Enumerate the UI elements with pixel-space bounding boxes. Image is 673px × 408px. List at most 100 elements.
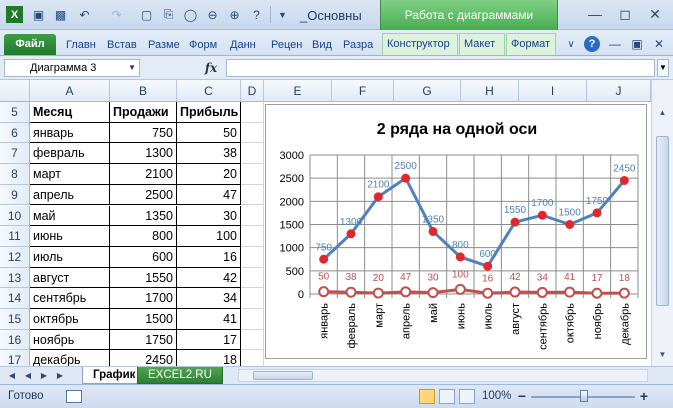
row-header[interactable]: 7	[0, 143, 30, 165]
data-point[interactable]	[536, 286, 548, 298]
tab-home[interactable]: Главн	[66, 35, 102, 55]
vertical-scrollbar[interactable]: ▲ ▼	[651, 80, 673, 366]
formula-expand-icon[interactable]: ▼	[657, 59, 669, 77]
column-header-g[interactable]: G	[394, 80, 461, 102]
table-cell[interactable]	[241, 143, 264, 165]
sheet-tab-excel2[interactable]: EXCEL2.RU	[137, 367, 223, 384]
row-header[interactable]: 5	[0, 102, 30, 123]
first-sheet-icon[interactable]: ◀	[6, 370, 18, 382]
insert-function-button[interactable]: fx	[198, 59, 224, 77]
column-header-j[interactable]: J	[587, 80, 651, 102]
row-header[interactable]: 13	[0, 267, 30, 289]
table-cell[interactable]	[241, 288, 264, 309]
data-point[interactable]	[509, 286, 521, 298]
data-point[interactable]	[372, 287, 384, 299]
tab-design[interactable]: Конструктор	[382, 33, 458, 55]
page-layout-view-icon[interactable]	[439, 389, 455, 404]
page-break-view-icon[interactable]	[459, 389, 475, 404]
name-box[interactable]: Диаграмма 3 ▼	[4, 59, 140, 77]
row-header[interactable]: 15	[0, 309, 30, 330]
formula-input[interactable]	[226, 59, 655, 77]
zoom-level[interactable]: 100%	[482, 390, 511, 402]
header-cell-sales[interactable]: Продажи	[110, 102, 177, 123]
column-header-f[interactable]: F	[332, 80, 394, 102]
row-header[interactable]: 14	[0, 288, 30, 309]
header-cell-month[interactable]: Месяц	[30, 102, 110, 123]
row-header[interactable]: 8	[0, 164, 30, 185]
horizontal-scroll-thumb[interactable]	[253, 371, 313, 380]
macro-record-icon[interactable]	[66, 390, 82, 403]
ribbon-collapse-icon[interactable]: ∨	[562, 35, 580, 53]
help-icon[interactable]: ?	[584, 36, 600, 52]
data-point[interactable]	[454, 283, 466, 295]
chart-title[interactable]: 2 ряда на одной оси	[377, 121, 537, 138]
next-sheet-icon[interactable]: ▶	[38, 370, 50, 382]
table-cell-month[interactable]: ноябрь	[30, 329, 110, 351]
scroll-up-icon[interactable]: ▲	[656, 106, 669, 119]
data-point[interactable]	[319, 254, 329, 264]
row-header[interactable]: 6	[0, 122, 30, 144]
table-cell[interactable]	[241, 164, 264, 185]
minimize-icon[interactable]: —	[580, 4, 610, 24]
table-cell[interactable]	[241, 184, 264, 206]
maximize-icon[interactable]: ◻	[610, 4, 640, 24]
window-close-icon[interactable]: ✕	[650, 35, 668, 53]
tab-layout[interactable]: Макет	[459, 33, 505, 55]
data-point[interactable]	[400, 286, 412, 298]
table-cell-month[interactable]: март	[30, 164, 110, 185]
normal-view-icon[interactable]	[419, 389, 435, 404]
table-cell[interactable]	[241, 122, 264, 144]
undo-icon[interactable]: ↶	[76, 6, 93, 23]
table-cell-month[interactable]: июнь	[30, 226, 110, 247]
prev-sheet-icon[interactable]: ◀	[22, 370, 34, 382]
table-cell[interactable]	[241, 309, 264, 330]
data-point[interactable]	[373, 192, 383, 202]
preview-icon[interactable]: ◯	[182, 6, 199, 23]
data-point[interactable]	[428, 226, 438, 236]
tab-insert[interactable]: Встав	[107, 35, 143, 55]
table-cell-month[interactable]: июль	[30, 246, 110, 268]
table-cell-profit[interactable]: 42	[177, 267, 241, 289]
header-cell-profit[interactable]: Прибыль	[177, 102, 241, 123]
table-cell-month[interactable]: февраль	[30, 143, 110, 165]
zoom-plus-icon[interactable]: +	[636, 388, 652, 404]
zoom-out-icon[interactable]: ⊖	[204, 6, 221, 23]
table-cell-sales[interactable]: 1750	[110, 329, 177, 351]
zoom-in-icon[interactable]: ⊕	[226, 6, 243, 23]
series-line[interactable]	[323, 287, 625, 295]
data-point[interactable]	[591, 287, 603, 299]
window-restore-icon[interactable]: ▣	[628, 35, 646, 53]
table-cell-sales[interactable]: 2100	[110, 164, 177, 185]
table-cell-profit[interactable]: 30	[177, 205, 241, 227]
tab-format[interactable]: Формат	[506, 33, 556, 55]
data-point[interactable]	[592, 208, 602, 218]
table-cell-month[interactable]: октябрь	[30, 309, 110, 330]
table-cell-profit[interactable]: 41	[177, 309, 241, 330]
zoom-slider-thumb[interactable]	[580, 390, 588, 402]
table-cell[interactable]	[241, 329, 264, 351]
column-header-h[interactable]: H	[461, 80, 519, 102]
tab-formulas[interactable]: Форм	[189, 35, 225, 55]
table-cell-profit[interactable]: 47	[177, 184, 241, 206]
table-cell[interactable]	[241, 102, 264, 123]
table-cell-month[interactable]: январь	[30, 122, 110, 144]
table-cell-sales[interactable]: 1300	[110, 143, 177, 165]
data-point[interactable]	[510, 217, 520, 227]
row-header[interactable]: 11	[0, 226, 30, 247]
table-cell-month[interactable]: сентябрь	[30, 288, 110, 309]
row-header[interactable]: 9	[0, 184, 30, 206]
row-header[interactable]: 16	[0, 329, 30, 351]
table-cell-sales[interactable]: 600	[110, 246, 177, 268]
data-point[interactable]	[346, 229, 356, 239]
column-header-c[interactable]: C	[177, 80, 241, 102]
window-minimize-icon[interactable]: —	[606, 35, 624, 53]
copy-icon[interactable]: ▢	[138, 6, 155, 23]
data-point[interactable]	[482, 287, 494, 299]
tab-data[interactable]: Данн	[230, 35, 266, 55]
print-icon[interactable]: ▩	[52, 6, 69, 23]
table-cell[interactable]	[241, 226, 264, 247]
data-point[interactable]	[537, 210, 547, 220]
table-cell-profit[interactable]: 16	[177, 246, 241, 268]
column-header-d[interactable]: D	[241, 80, 264, 102]
help-query-icon[interactable]: ?	[248, 6, 265, 23]
